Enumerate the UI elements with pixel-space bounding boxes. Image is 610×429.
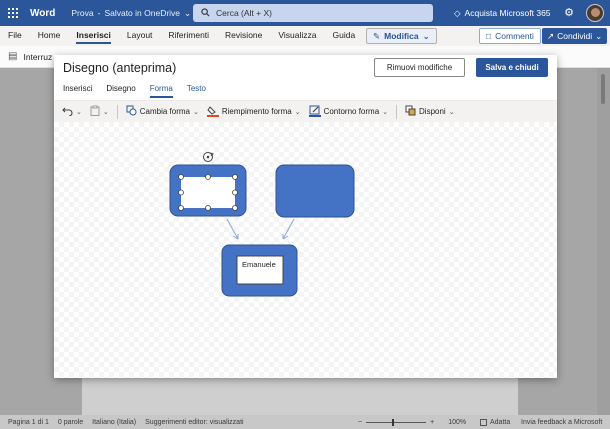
discard-changes-button[interactable]: Rimuovi modifiche	[374, 58, 465, 77]
fit-button[interactable]: Adatta	[480, 415, 510, 429]
page-break-label[interactable]: Interruz	[23, 52, 52, 62]
arrange-button[interactable]: Disponi ⌄	[405, 105, 455, 118]
edit-mode-label: Modifica	[384, 31, 419, 41]
tab-guida[interactable]: Guida	[325, 26, 364, 46]
change-shape-button[interactable]: Cambia forma ⌄	[126, 105, 199, 118]
buy-microsoft-365-link[interactable]: ◇ Acquista Microsoft 365	[454, 0, 551, 26]
search-icon	[201, 7, 210, 19]
pen-outline-icon	[308, 105, 321, 119]
tab-layout[interactable]: Layout	[119, 26, 161, 46]
shape-text[interactable]: Emanuele	[242, 260, 276, 269]
shape-fill-label: Riempimento forma	[221, 107, 292, 116]
waffle-icon	[8, 8, 18, 18]
change-shape-icon	[126, 105, 137, 118]
selected-text-box[interactable]	[181, 177, 235, 208]
search-placeholder: Cerca (Alt + X)	[216, 8, 272, 18]
app-launcher-button[interactable]	[0, 0, 26, 26]
title-bar: Word Prova - Salvato in OneDrive ⌄ Cerca…	[0, 0, 610, 26]
zoom-out-button[interactable]: −	[358, 419, 362, 426]
chevron-down-icon: ⌄	[422, 30, 430, 41]
connector-arrow[interactable]	[282, 218, 295, 240]
status-bar: Pagina 1 di 1 0 parole Italiano (Italia)…	[0, 415, 610, 429]
fit-icon	[480, 418, 487, 426]
buy-label: Acquista Microsoft 365	[464, 8, 551, 18]
feedback-link[interactable]: Invia feedback a Microsoft	[521, 415, 602, 429]
shape-outline-label: Contorno forma	[323, 107, 380, 116]
change-shape-label: Cambia forma	[139, 107, 190, 116]
gear-icon[interactable]: ⚙	[563, 7, 575, 19]
tab-visualizza[interactable]: Visualizza	[270, 26, 324, 46]
comments-label: Commenti	[495, 31, 534, 41]
drawing-svg[interactable]	[54, 122, 557, 378]
save-and-close-button[interactable]: Salva e chiudi	[476, 58, 548, 77]
language-status[interactable]: Italiano (Italia)	[92, 419, 136, 426]
dialog-toolbar: ⌄ ⌄ Cambia forma ⌄ Riempimento forma ⌄ C…	[54, 100, 557, 122]
tab-riferimenti[interactable]: Riferimenti	[160, 26, 217, 46]
chevron-down-icon: ⌄	[76, 108, 82, 116]
arrange-label: Disponi	[419, 107, 446, 116]
zoom-slider-thumb[interactable]	[392, 418, 395, 426]
clipboard-button[interactable]: ⌄	[90, 105, 109, 118]
clipboard-icon	[90, 105, 100, 118]
toolbar-separator	[116, 104, 118, 119]
rotate-handle-icon[interactable]	[203, 152, 214, 162]
dialog-tabs: Inserisci Disegno Forma Testo	[54, 80, 215, 98]
tab-inserisci[interactable]: Inserisci	[68, 26, 119, 46]
tab-inserisci[interactable]: Inserisci	[58, 80, 97, 98]
tab-testo[interactable]: Testo	[182, 80, 211, 98]
zoom-in-button[interactable]: +	[430, 419, 434, 426]
page-count: Pagina 1 di 1	[8, 418, 49, 426]
toolbar-separator	[396, 104, 398, 119]
paint-bucket-icon	[206, 105, 219, 119]
share-label: Condividi	[557, 31, 593, 41]
arrange-icon	[405, 105, 416, 118]
avatar[interactable]	[586, 4, 604, 22]
tab-revisione[interactable]: Revisione	[217, 26, 270, 46]
zoom-slider[interactable]	[366, 418, 427, 426]
tab-file[interactable]: File	[0, 26, 30, 46]
tab-disegno[interactable]: Disegno	[101, 80, 140, 98]
shape-fill-button[interactable]: Riempimento forma ⌄	[206, 105, 301, 119]
edit-mode-button[interactable]: ✎ Modifica ⌄	[366, 28, 437, 44]
vertical-scrollbar[interactable]	[597, 68, 610, 415]
comment-icon: □	[486, 31, 492, 41]
zoom-control: − + 100%	[358, 415, 466, 429]
shape-outline-button[interactable]: Contorno forma ⌄	[308, 105, 389, 119]
chevron-down-icon: ⌄	[294, 108, 301, 116]
pencil-icon: ✎	[373, 30, 381, 41]
chevron-down-icon: ⌄	[184, 7, 192, 18]
chevron-down-icon: ⌄	[382, 108, 389, 116]
document-title[interactable]: Prova - Salvato in OneDrive ⌄	[71, 8, 191, 19]
separator-dash: -	[97, 8, 101, 18]
diamond-icon: ◇	[454, 7, 461, 18]
rounded-rectangle-shape[interactable]	[275, 164, 355, 218]
connector-arrow[interactable]	[226, 218, 239, 240]
tab-home[interactable]: Home	[30, 26, 69, 46]
app-name[interactable]: Word	[30, 8, 55, 19]
zoom-level[interactable]: 100%	[448, 419, 466, 426]
chevron-down-icon: ⌄	[193, 108, 199, 116]
drawing-dialog: Disegno (anteprima) Rimuovi modifiche Sa…	[54, 55, 557, 378]
chevron-down-icon: ⌄	[102, 108, 109, 116]
undo-icon	[62, 106, 73, 118]
share-button[interactable]: ↗ Condividi ⌄	[542, 28, 608, 44]
page-break-icon: ▤	[8, 51, 18, 62]
fit-label: Adatta	[490, 418, 511, 426]
save-state: Salvato in OneDrive	[104, 8, 181, 18]
tab-forma[interactable]: Forma	[145, 80, 178, 98]
drawing-canvas[interactable]: Emanuele	[54, 122, 557, 378]
chevron-down-icon: ⌄	[448, 108, 455, 116]
word-count[interactable]: 0 parole	[58, 419, 83, 426]
document-name: Prova	[71, 8, 94, 18]
dialog-title: Disegno (anteprima)	[63, 61, 177, 75]
comments-button[interactable]: □ Commenti	[479, 28, 541, 44]
share-icon: ↗	[547, 30, 555, 41]
search-box[interactable]: Cerca (Alt + X)	[193, 4, 433, 22]
editor-suggestions[interactable]: Suggerimenti editor: visualizzati	[145, 419, 243, 426]
chevron-down-icon: ⌄	[595, 30, 603, 41]
undo-button[interactable]: ⌄	[62, 106, 82, 118]
